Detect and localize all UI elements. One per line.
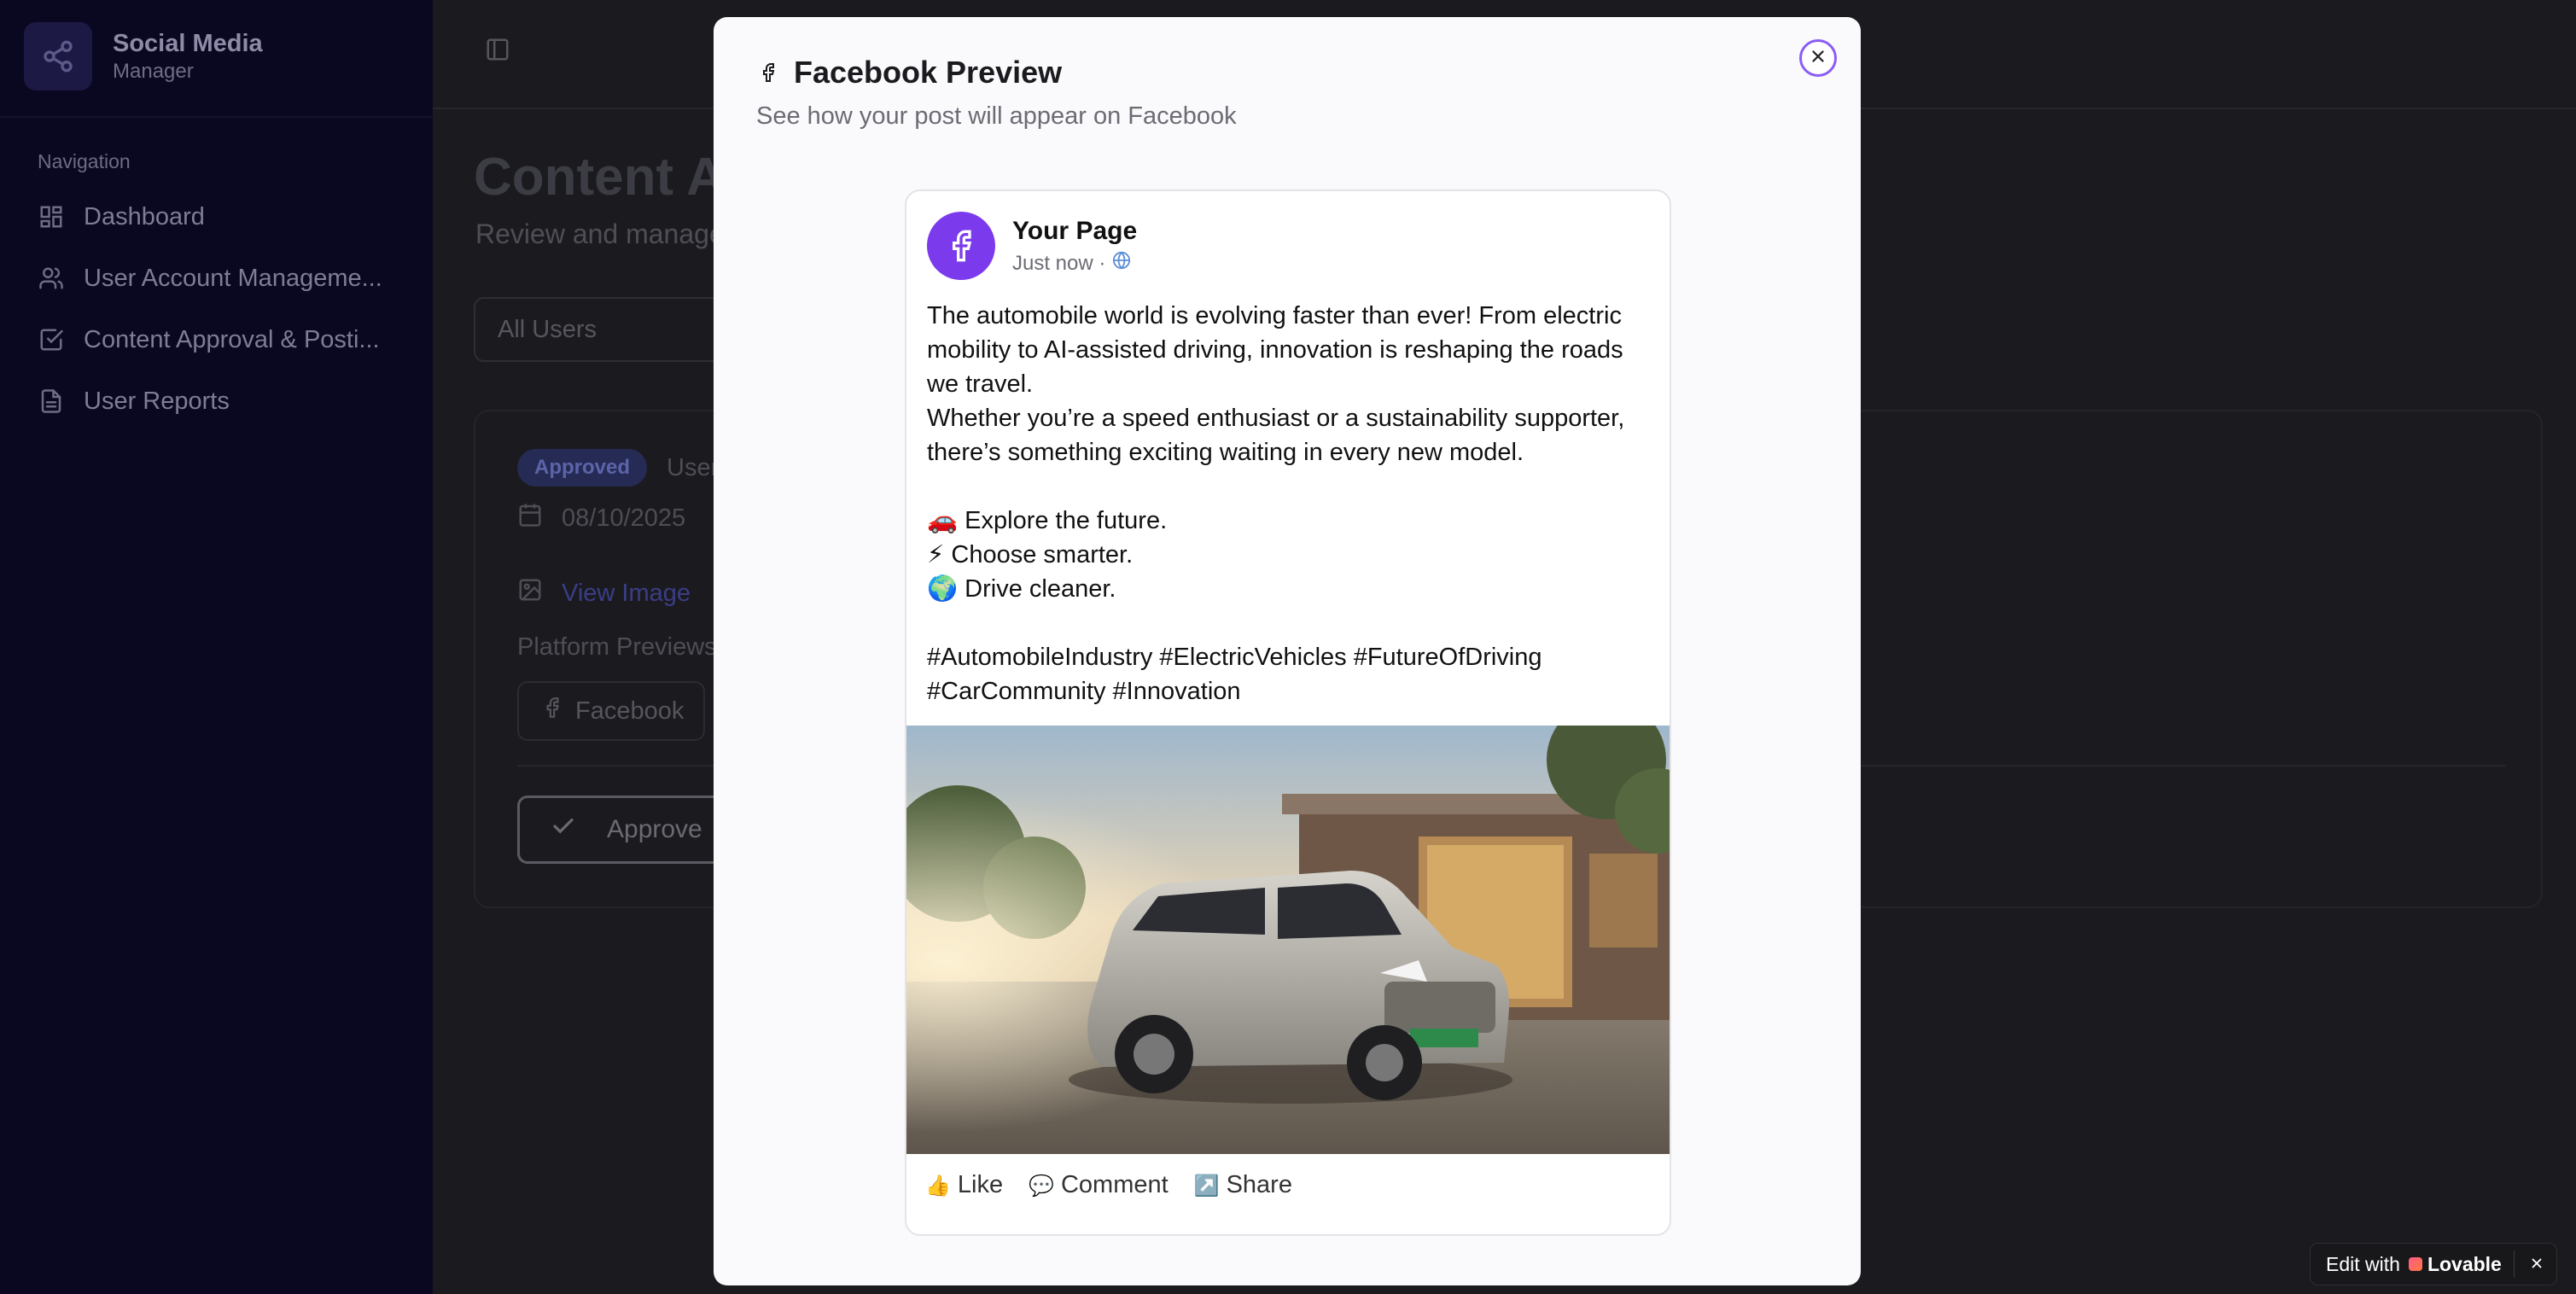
brand-subtitle: Manager (113, 60, 194, 83)
post-body-text: The automobile world is evolving faster … (927, 302, 1625, 705)
approve-button[interactable]: Approve (517, 796, 739, 864)
share-label: Share (1226, 1171, 1292, 1198)
dashboard-icon (38, 203, 65, 230)
user-filter-value: All Users (498, 315, 597, 343)
sidebar-toggle-icon (485, 37, 510, 67)
share-button[interactable]: ↗️ Share (1194, 1171, 1292, 1199)
sidebar-item-label: User Reports (84, 387, 230, 415)
facebook-icon (758, 55, 778, 90)
lovable-divider (2514, 1250, 2515, 1278)
sidebar-item-user-reports[interactable]: User Reports (38, 380, 230, 423)
report-icon (38, 388, 65, 415)
share-icon: ↗️ (1193, 1173, 1220, 1198)
card-date: 08/10/2025 (517, 502, 685, 534)
comment-button[interactable]: 💬 Comment (1029, 1171, 1169, 1199)
platform-previews-label: Platform Previews: (517, 633, 724, 661)
page-title: Content A (474, 148, 725, 207)
sidebar-item-label: Content Approval & Posti... (84, 325, 380, 353)
card-date-value: 08/10/2025 (562, 504, 686, 532)
like-icon: 👍 (925, 1173, 951, 1198)
status-badge: Approved (517, 449, 648, 487)
modal-title-text: Facebook Preview (794, 55, 1063, 90)
card-user-text: User (667, 454, 720, 481)
user-filter-select[interactable]: All Users (474, 297, 747, 362)
lovable-brand: Lovable (2427, 1252, 2502, 1275)
lovable-prefix: Edit with (2326, 1252, 2400, 1275)
car-photo (906, 726, 1670, 1154)
close-icon (2529, 1256, 2544, 1275)
globe-icon (1112, 251, 1131, 276)
sidebar-item-label: Dashboard (84, 202, 205, 230)
check-icon (551, 813, 576, 846)
sidebar-item-user-accounts[interactable]: User Account Manageme... (38, 257, 382, 300)
like-label: Like (957, 1171, 1004, 1198)
avatar (927, 212, 995, 280)
sidebar: Social Media Manager Navigation Dashboar… (0, 0, 433, 1294)
users-icon (38, 265, 65, 292)
nav-heading: Navigation (38, 150, 131, 172)
page-subtitle: Review and manage (475, 219, 725, 249)
brand[interactable]: Social Media Manager (24, 22, 263, 90)
calendar-icon (517, 502, 543, 534)
sidebar-item-dashboard[interactable]: Dashboard (38, 195, 205, 238)
lovable-logo-icon (2408, 1257, 2422, 1271)
comment-label: Comment (1060, 1171, 1169, 1198)
facebook-chip-label: Facebook (575, 697, 685, 725)
lovable-link[interactable]: Edit with Lovable (2326, 1253, 2502, 1276)
close-button[interactable] (1799, 39, 1837, 77)
post-page-name: Your Page (1012, 217, 1138, 245)
post-time: Just now · (1012, 251, 1106, 275)
image-icon (517, 577, 543, 609)
facebook-preview-modal: Facebook Preview See how your post will … (714, 17, 1861, 1285)
view-image-label: View Image (562, 579, 691, 607)
brand-title: Social Media (113, 30, 263, 57)
post-image (906, 726, 1670, 1154)
approve-label: Approve (607, 815, 702, 843)
view-image-link[interactable]: View Image (517, 577, 691, 609)
sidebar-item-content-approval[interactable]: Content Approval & Posti... (38, 318, 380, 361)
post-meta: Just now · (1012, 251, 1131, 276)
check-square-icon (38, 326, 65, 353)
modal-subtitle: See how your post will appear on Faceboo… (756, 102, 1237, 130)
post-actions: 👍 Like 💬 Comment ↗️ Share (925, 1171, 1318, 1199)
comment-icon: 💬 (1029, 1173, 1054, 1198)
sidebar-divider (0, 116, 433, 118)
edit-with-lovable-badge[interactable]: Edit with Lovable (2310, 1243, 2557, 1285)
facebook-post-card: Your Page Just now · The automobile worl… (905, 189, 1671, 1236)
facebook-preview-button[interactable]: Facebook (517, 681, 705, 741)
lovable-close-button[interactable] (2526, 1254, 2548, 1276)
like-button[interactable]: 👍 Like (925, 1171, 1003, 1199)
sidebar-toggle-button[interactable] (481, 34, 515, 68)
sidebar-item-label: User Account Manageme... (84, 264, 382, 292)
close-icon (1809, 47, 1827, 70)
modal-title: Facebook Preview (758, 55, 1062, 90)
facebook-icon (541, 697, 563, 726)
share-icon (24, 22, 92, 90)
